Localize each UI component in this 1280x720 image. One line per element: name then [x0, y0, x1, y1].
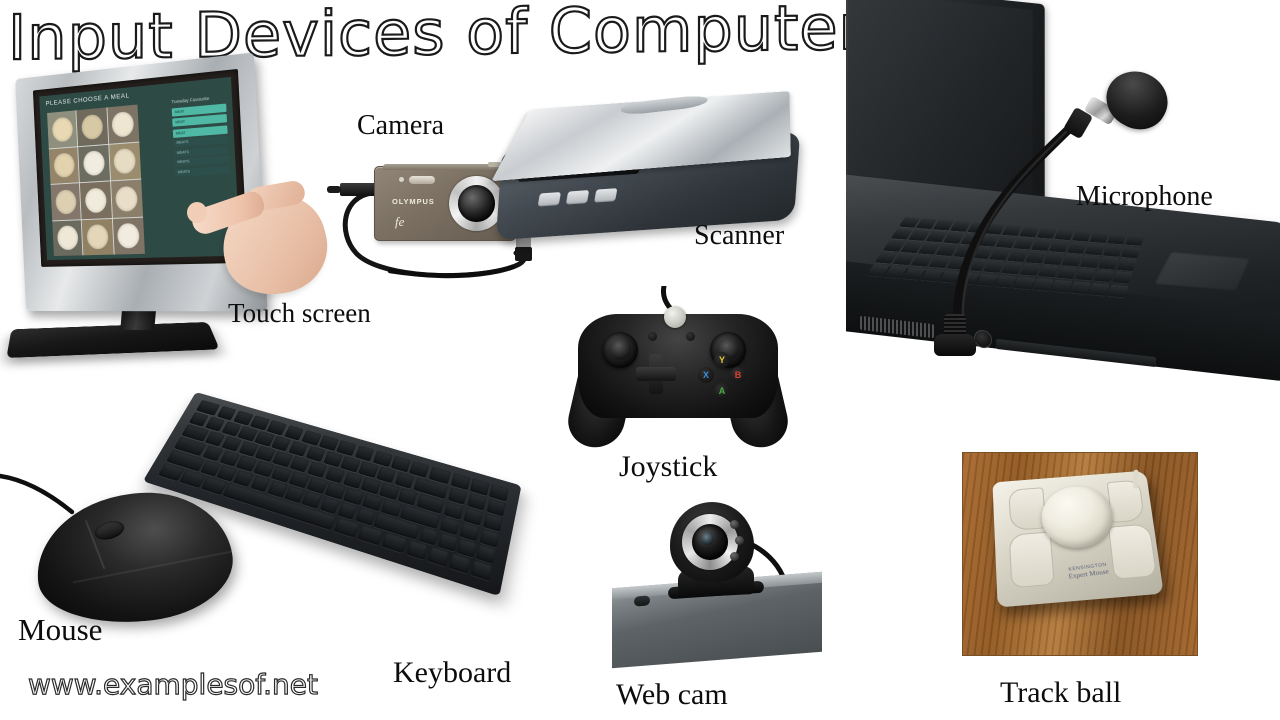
keyboard-key[interactable]	[301, 491, 322, 509]
camera-flash	[409, 176, 435, 184]
keyboard-key[interactable]	[427, 546, 450, 567]
food-tile[interactable]	[108, 142, 142, 181]
scanner-button[interactable]	[565, 190, 590, 205]
scanner-button[interactable]	[537, 192, 562, 207]
site-watermark: www.examplesof.net	[27, 667, 318, 701]
food-tile[interactable]	[112, 217, 145, 255]
trackball-button-bottom-left[interactable]	[1008, 531, 1055, 589]
keyboard-key[interactable]	[437, 532, 458, 552]
gamepad-button-x[interactable]: X	[698, 367, 714, 383]
fingertip	[187, 202, 207, 223]
keyboard-key[interactable]	[267, 480, 288, 498]
food-tile-grid[interactable]	[47, 104, 145, 257]
mouse-body[interactable]	[28, 482, 240, 634]
hand-touching-screen	[187, 154, 338, 306]
gamepad-left-stick[interactable]	[602, 332, 638, 368]
label-touch-screen: Touch screen	[228, 298, 371, 328]
food-tile[interactable]	[47, 110, 78, 148]
webcam-lens	[692, 524, 728, 560]
device-track-ball: KENSINGTON Expert Mouse	[962, 452, 1198, 656]
gamepad-face-buttons: Y X B A	[698, 352, 746, 400]
keyboard-key[interactable]	[418, 527, 439, 546]
trackball-body[interactable]: KENSINGTON Expert Mouse	[992, 469, 1164, 608]
keyboard-key[interactable]	[221, 435, 242, 452]
food-tile[interactable]	[78, 144, 110, 183]
label-microphone: Microphone	[1076, 181, 1213, 212]
trackball-branding: KENSINGTON Expert Mouse	[1067, 562, 1109, 581]
gamepad-button-a[interactable]: A	[714, 383, 730, 399]
scanner-button-row	[537, 188, 618, 207]
camera-cable-plug	[327, 183, 376, 196]
device-microphone	[846, 0, 1280, 452]
keyboard-key[interactable]	[202, 445, 223, 462]
camera-brand: OLYMPUS	[392, 197, 435, 206]
keyboard-key[interactable]	[470, 560, 493, 581]
scanner-button[interactable]	[594, 188, 618, 203]
webcam-led	[730, 520, 739, 529]
food-tile[interactable]	[76, 107, 108, 146]
camera-model: fe	[395, 214, 405, 229]
device-web-cam	[612, 500, 832, 670]
food-tile[interactable]	[48, 146, 80, 184]
label-mouse: Mouse	[18, 612, 103, 647]
gamepad-view-button[interactable]	[648, 332, 657, 341]
food-tile[interactable]	[110, 179, 144, 218]
webcam-led	[735, 536, 744, 545]
label-joystick: Joystick	[619, 450, 718, 483]
keyboard-key[interactable]	[476, 544, 496, 564]
gamepad-guide-button[interactable]	[664, 306, 686, 328]
device-joystick[interactable]: Y X B A	[558, 292, 798, 462]
page-title: Input Devices of Computer	[7, 0, 866, 75]
webcam-led	[730, 552, 739, 561]
keyboard-key[interactable]	[456, 538, 477, 558]
trackball-cable	[1133, 469, 1139, 489]
food-tile[interactable]	[80, 181, 112, 219]
trackball-button-bottom-right[interactable]	[1108, 523, 1158, 580]
food-tile[interactable]	[107, 104, 140, 144]
keyboard-key[interactable]	[284, 485, 305, 504]
monitor-base	[6, 321, 220, 358]
label-keyboard: Keyboard	[393, 656, 512, 689]
food-tile[interactable]	[52, 219, 83, 257]
keyboard-key[interactable]	[255, 445, 276, 462]
gamepad-button-b[interactable]: B	[730, 367, 746, 383]
label-scanner: Scanner	[694, 220, 785, 251]
camera-led	[399, 177, 404, 182]
gamepad-button-y[interactable]: Y	[714, 352, 730, 368]
trackball-button-top-left[interactable]	[1008, 487, 1047, 532]
label-track-ball: Track ball	[1000, 676, 1122, 709]
label-web-cam: Web cam	[616, 678, 728, 711]
keyboard-key[interactable]	[448, 553, 471, 574]
gamepad-dpad[interactable]	[636, 354, 676, 394]
food-tile[interactable]	[81, 218, 114, 256]
screen-heading: PLEASE CHOOSE A MEAL	[45, 92, 130, 108]
keyboard-key[interactable]	[355, 507, 376, 526]
food-tile[interactable]	[50, 183, 82, 220]
gamepad-menu-button[interactable]	[686, 332, 695, 341]
keyboard-key[interactable]	[319, 496, 340, 515]
scanner-lid-handle	[619, 94, 708, 117]
keyboard-key[interactable]	[337, 502, 358, 520]
mouse-scroll-wheel[interactable]	[92, 517, 127, 543]
poster-canvas: Input Devices of Computer PLEASE CHOOSE …	[0, 0, 1280, 720]
microphone-plug-base	[934, 334, 976, 356]
keyboard-key[interactable]	[406, 540, 429, 560]
label-camera: Camera	[357, 110, 445, 141]
device-scanner	[491, 78, 842, 268]
gamepad-body	[578, 314, 778, 418]
